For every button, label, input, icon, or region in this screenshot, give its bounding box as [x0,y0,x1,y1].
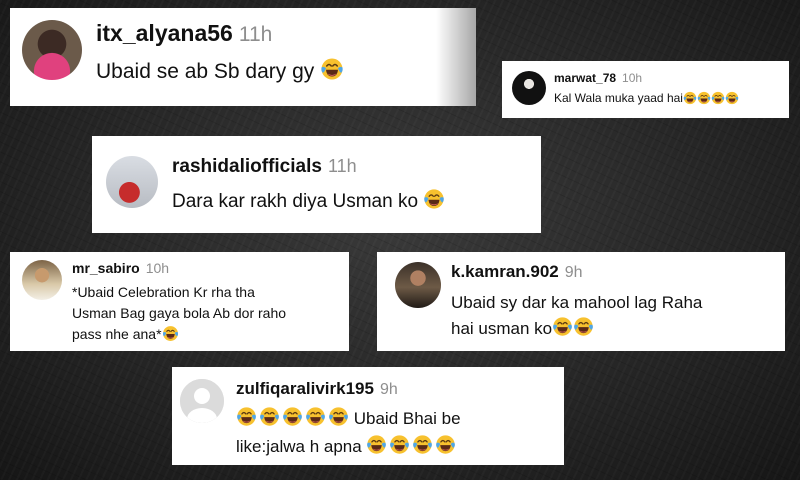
avatar[interactable] [22,20,82,80]
comment-body: rashidaliofficials 11h Dara kar rakh diy… [172,156,445,213]
timestamp: 9h [564,264,583,281]
timestamp: 11h [238,23,273,46]
laughing-crying-emoji-icon [574,317,593,336]
default-avatar-icon [180,379,224,423]
username[interactable]: marwat_78 [554,71,616,85]
username[interactable]: zulfiqaralivirk195 [236,379,374,399]
comment-body: k.kamran.902 9h Ubaid sy dar ka mahool l… [451,262,702,342]
comment-text-content: Kal Wala muka yaad hai [554,91,683,105]
laughing-crying-emoji-icon [329,407,348,426]
emoji-group [423,189,445,212]
comment-text: Ubaid Bhai be like:jalwa h apna [236,405,461,461]
laughing-crying-emoji-icon [725,91,739,105]
timestamp: 9h [379,381,398,398]
comment-card: zulfiqaralivirk195 9h Ubaid Bhai be like… [172,367,564,465]
timestamp: 11h [327,156,357,176]
avatar[interactable] [106,156,158,208]
laughing-crying-emoji-icon [683,91,697,105]
comment-text-content: *Ubaid Celebration Kr rha tha Usman Bag … [72,284,287,342]
comment-text-content: Ubaid se ab Sb dary gy [96,60,315,83]
comment-text: Dara kar rakh diya Usman ko [172,188,445,213]
comment-card: mr_sabiro 10h *Ubaid Celebration Kr rha … [10,252,349,351]
comment-card: rashidaliofficials 11h Dara kar rakh diy… [92,136,541,233]
laughing-crying-emoji-icon [260,407,279,426]
comment-text: Ubaid sy dar ka mahool lag Raha hai usma… [451,290,702,342]
laughing-crying-emoji-icon [306,407,325,426]
emoji-group [320,58,344,83]
comment-meta: mr_sabiro 10h [72,260,286,276]
laughing-crying-emoji-icon [697,91,711,105]
emoji-group [683,91,739,105]
comment-meta: itx_alyana56 11h [96,20,344,47]
avatar[interactable] [395,262,441,308]
emoji-group [552,317,594,338]
comment-meta: k.kamran.902 9h [451,262,702,282]
avatar[interactable] [512,71,546,105]
username[interactable]: mr_sabiro [72,260,140,276]
avatar[interactable] [180,379,224,423]
username[interactable]: itx_alyana56 [96,20,233,47]
comment-body: mr_sabiro 10h *Ubaid Celebration Kr rha … [72,260,286,345]
comment-text-content: Dara kar rakh diya Usman ko [172,191,419,212]
emoji-group [162,326,179,342]
laughing-crying-emoji-icon [424,189,445,209]
username[interactable]: k.kamran.902 [451,262,559,282]
comment-meta: zulfiqaralivirk195 9h [236,379,461,399]
laughing-crying-emoji-icon [553,317,572,336]
comment-meta: marwat_78 10h [554,71,739,85]
comment-meta: rashidaliofficials 11h [172,156,445,178]
emoji-group [366,435,456,456]
timestamp: 10h [622,71,643,85]
laughing-crying-emoji-icon [413,435,433,454]
comment-body: itx_alyana56 11h Ubaid se ab Sb dary gy [96,20,344,84]
laughing-crying-emoji-icon [283,407,302,426]
laughing-crying-emoji-icon [390,435,410,454]
laughing-crying-emoji-icon [162,326,178,341]
comment-card: marwat_78 10h Kal Wala muka yaad hai [502,61,789,118]
laughing-crying-emoji-icon [711,91,725,105]
laughing-crying-emoji-icon [436,435,456,454]
avatar[interactable] [22,260,62,300]
comment-text: Ubaid se ab Sb dary gy [96,57,344,84]
laughing-crying-emoji-icon [321,58,343,80]
laughing-crying-emoji-icon [367,435,387,454]
comment-body: marwat_78 10h Kal Wala muka yaad hai [554,71,739,105]
comment-text: Kal Wala muka yaad hai [554,91,739,105]
comment-text: *Ubaid Celebration Kr rha tha Usman Bag … [72,282,286,345]
comment-body: zulfiqaralivirk195 9h Ubaid Bhai be like… [236,379,461,461]
username[interactable]: rashidaliofficials [172,156,322,178]
comment-card: k.kamran.902 9h Ubaid sy dar ka mahool l… [377,252,785,351]
laughing-crying-emoji-icon [237,407,256,426]
edge-shadow [436,8,476,106]
comment-card: itx_alyana56 11h Ubaid se ab Sb dary gy [10,8,476,106]
emoji-group [236,407,349,428]
timestamp: 10h [145,260,170,276]
